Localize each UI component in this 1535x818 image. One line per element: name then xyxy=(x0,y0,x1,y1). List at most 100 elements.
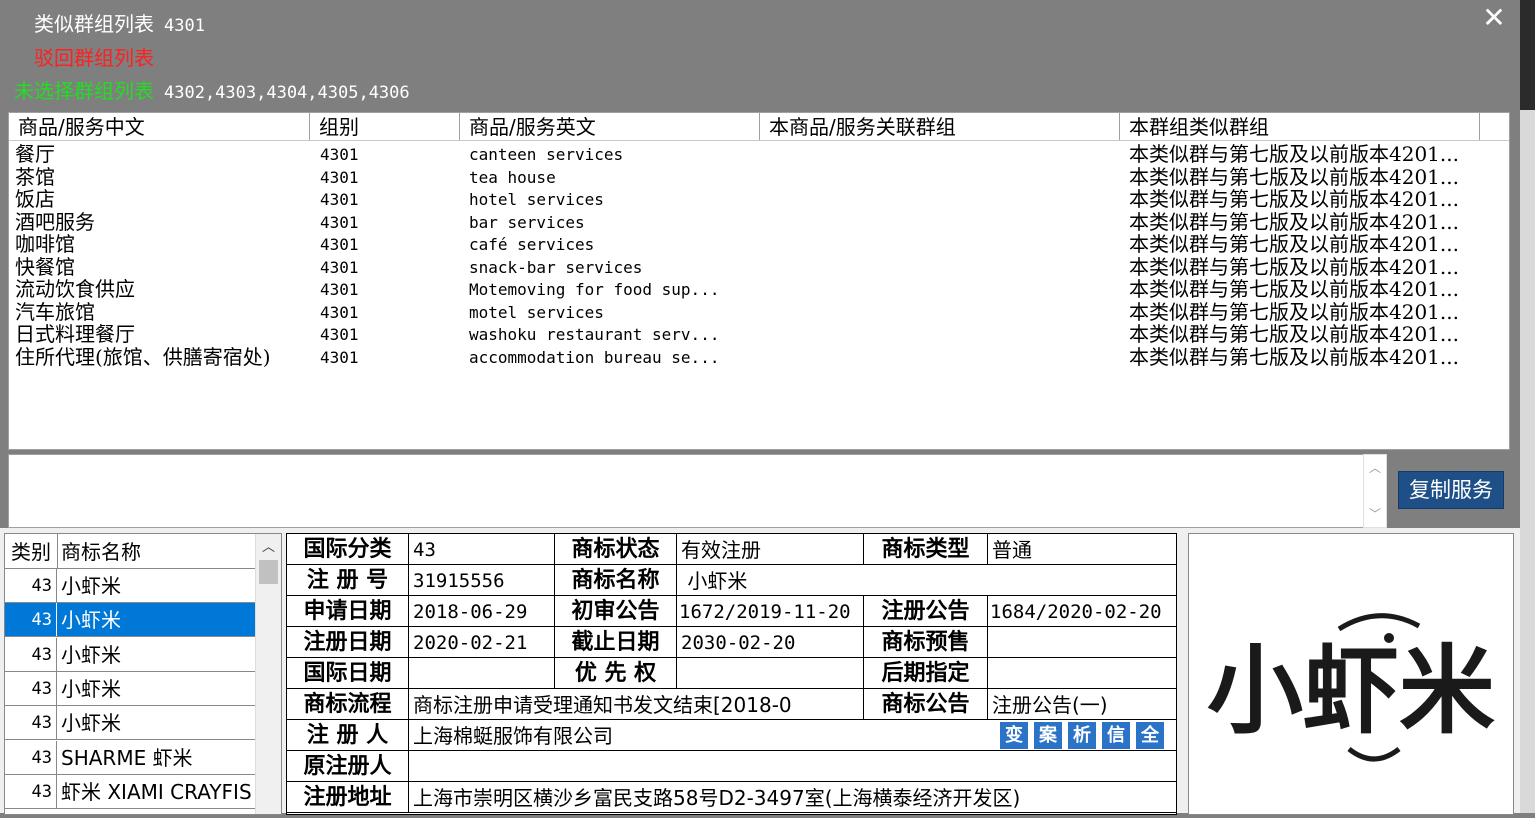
services-table[interactable]: 商品/服务中文 组别 商品/服务英文 本商品/服务关联群组 本群组类似群组 餐厅… xyxy=(8,112,1510,450)
trademark-name: 小虾米 xyxy=(61,608,121,633)
case-button[interactable]: 案 xyxy=(1034,722,1062,749)
trademark-class: 43 xyxy=(5,603,57,637)
reg-no-label: 注 册 号 xyxy=(287,565,409,596)
address-label: 注册地址 xyxy=(287,782,409,813)
scroll-up-icon[interactable]: ︿ xyxy=(1364,459,1386,476)
trademark-row[interactable]: 43 小虾米 xyxy=(5,706,255,741)
flow-label: 商标流程 xyxy=(287,689,409,720)
unselected-groups-label: 未选择群组列表 xyxy=(14,79,154,103)
unselected-groups-line: 未选择群组列表 4302,4303,4304,4305,4306 xyxy=(14,77,410,107)
scroll-down-icon[interactable]: ﹀ xyxy=(1364,505,1386,522)
col-header-similar[interactable]: 本群组类似群组 xyxy=(1120,113,1480,140)
service-cell-group: 4301 xyxy=(320,167,359,187)
trademark-class: 43 xyxy=(5,671,57,705)
service-cell-similar: 本类似群与第七版及以前版本4201... xyxy=(1129,187,1459,211)
status-label: 商标状态 xyxy=(555,534,677,565)
prelim-label: 初审公告 xyxy=(555,596,677,627)
col-header-en[interactable]: 商品/服务英文 xyxy=(460,113,760,140)
logo-wordmark: 小虾米 xyxy=(1207,634,1495,747)
service-cell-en: Motemoving for food sup... xyxy=(469,280,720,299)
service-cell-cn: 饭店 xyxy=(15,187,55,211)
memo-textarea[interactable] xyxy=(8,454,1364,528)
scroll-up-icon[interactable]: ︿ xyxy=(256,536,281,555)
later-label: 后期指定 xyxy=(864,658,988,689)
close-icon[interactable]: ✕ xyxy=(1480,4,1508,32)
service-cell-cn: 咖啡馆 xyxy=(15,232,75,256)
service-cell-similar: 本类似群与第七版及以前版本4201... xyxy=(1129,232,1459,256)
similar-groups-line: 类似群组列表 4301 xyxy=(34,10,205,40)
service-row[interactable]: 餐厅 4301 canteen services 本类似群与第七版及以前版本4201.… xyxy=(9,143,1509,166)
service-cell-en: snack-bar services xyxy=(469,257,643,277)
similar-groups-value: 4301 xyxy=(164,16,205,36)
flow-value[interactable]: 商标注册申请受理通知书发文结束[2018-0 xyxy=(409,689,864,720)
service-row[interactable]: 住所代理(旅馆、供膳寄宿处) 4301 accommodation bureau s… xyxy=(9,344,1509,369)
service-cell-en: accommodation bureau se... xyxy=(469,347,720,367)
all-button[interactable]: 全 xyxy=(1136,722,1164,749)
service-cell-en: bar services xyxy=(469,212,585,232)
service-cell-cn: 快餐馆 xyxy=(15,254,75,279)
rejected-groups-label: 驳回群组列表 xyxy=(34,46,154,70)
orig-registrant-value xyxy=(409,751,1176,782)
service-cell-similar: 本类似群与第七版及以前版本4201... xyxy=(1129,299,1459,324)
service-cell-cn: 餐厅 xyxy=(15,142,55,166)
right-edge-strip xyxy=(1520,0,1535,813)
col-header-related[interactable]: 本商品/服务关联群组 xyxy=(760,113,1120,140)
registrant-row: 上海棉蜓服饰有限公司 变 案 析 信 全 xyxy=(409,720,1176,751)
intl-date-value xyxy=(409,658,555,689)
analyze-button[interactable]: 析 xyxy=(1068,722,1096,749)
service-row[interactable]: 饭店 4301 hotel services 本类似群与第七版及以前版本4201... xyxy=(9,188,1509,211)
service-cell-group: 4301 xyxy=(320,280,359,299)
trademark-row[interactable]: 43 小虾米 xyxy=(5,603,255,638)
service-row[interactable]: 汽车旅馆 4301 motel services 本类似群与第七版及以前版本4201.… xyxy=(9,299,1509,324)
trademark-name: 小虾米 xyxy=(61,574,121,598)
copy-service-button[interactable]: 复制服务 xyxy=(1398,471,1504,509)
trademark-name: 虾米 XIAMI CRAYFISH xyxy=(61,779,253,804)
trademark-row[interactable]: 43 小虾米 xyxy=(5,671,255,706)
service-row[interactable]: 快餐馆 4301 snack-bar services 本类似群与第七版及以前版本42… xyxy=(9,254,1509,279)
service-cell-similar: 本类似群与第七版及以前版本4201... xyxy=(1129,344,1459,369)
info-button[interactable]: 信 xyxy=(1102,722,1130,749)
trademark-row[interactable]: 43 SHARME 虾米 xyxy=(5,740,255,775)
service-cell-similar: 本类似群与第七版及以前版本4201... xyxy=(1129,209,1459,234)
service-row[interactable]: 流动饮食供应 4301 Motemoving for food sup... 本类似群… xyxy=(9,278,1509,301)
priority-value xyxy=(677,658,864,689)
tm-name-value: 小虾米 xyxy=(677,565,1176,596)
service-cell-cn: 流动饮食供应 xyxy=(15,277,135,301)
change-button[interactable]: 变 xyxy=(1000,722,1028,749)
gazette-value[interactable]: 注册公告(一) xyxy=(988,689,1176,720)
service-cell-similar: 本类似群与第七版及以前版本4201... xyxy=(1129,254,1459,279)
trademark-list[interactable]: 类别 商标名称 43 小虾米 43 小虾米 43 小虾米 43 小虾米 43 小虾米 43 SHARM… xyxy=(4,533,282,815)
scroll-thumb[interactable] xyxy=(259,560,278,584)
service-cell-cn: 茶馆 xyxy=(15,164,55,189)
trademark-name: 小虾米 xyxy=(61,642,121,667)
service-row[interactable]: 日式料理餐厅 4301 washoku restaurant serv... 本类似群… xyxy=(9,323,1509,346)
reg-notice-value: 1684/2020-02-20 xyxy=(988,596,1176,627)
col-header-cn[interactable]: 商品/服务中文 xyxy=(9,113,310,140)
col-header-group[interactable]: 组别 xyxy=(310,113,460,140)
right-edge-dark xyxy=(1520,0,1535,110)
expiry-label: 截止日期 xyxy=(555,627,677,658)
service-cell-group: 4301 xyxy=(320,235,359,254)
gazette-label: 商标公告 xyxy=(864,689,988,720)
trademark-row[interactable]: 43 小虾米 xyxy=(5,637,255,672)
service-cell-en: canteen services xyxy=(469,145,624,164)
status-value: 有效注册 xyxy=(677,534,864,565)
memo-scrollbar[interactable]: ︿ ﹀ xyxy=(1363,454,1387,528)
col-header-tm-name[interactable]: 商标名称 xyxy=(58,534,257,568)
service-cell-similar: 本类似群与第七版及以前版本4201... xyxy=(1129,142,1459,166)
trademark-row[interactable]: 43 虾米 XIAMI CRAYFISH xyxy=(5,774,255,809)
apply-date-value: 2018-06-29 xyxy=(409,596,555,627)
trademark-row[interactable]: 43 小虾米 xyxy=(5,569,255,603)
similar-groups-label: 类似群组列表 xyxy=(34,12,154,36)
trademark-class: 43 xyxy=(5,706,57,740)
later-value xyxy=(988,658,1176,689)
trademark-list-scrollbar[interactable]: ︿ xyxy=(255,534,281,814)
col-header-class[interactable]: 类别 xyxy=(5,534,58,568)
service-row[interactable]: 咖啡馆 4301 café services 本类似群与第七版及以前版本4201... xyxy=(9,233,1509,256)
service-cell-cn: 日式料理餐厅 xyxy=(15,322,135,346)
service-row[interactable]: 茶馆 4301 tea house 本类似群与第七版及以前版本4201... xyxy=(9,164,1509,189)
service-row[interactable]: 酒吧服务 4301 bar services 本类似群与第七版及以前版本4201... xyxy=(9,209,1509,234)
orig-registrant-label: 原注册人 xyxy=(287,751,409,782)
trademark-class: 43 xyxy=(5,774,57,808)
intl-date-label: 国际日期 xyxy=(287,658,409,689)
